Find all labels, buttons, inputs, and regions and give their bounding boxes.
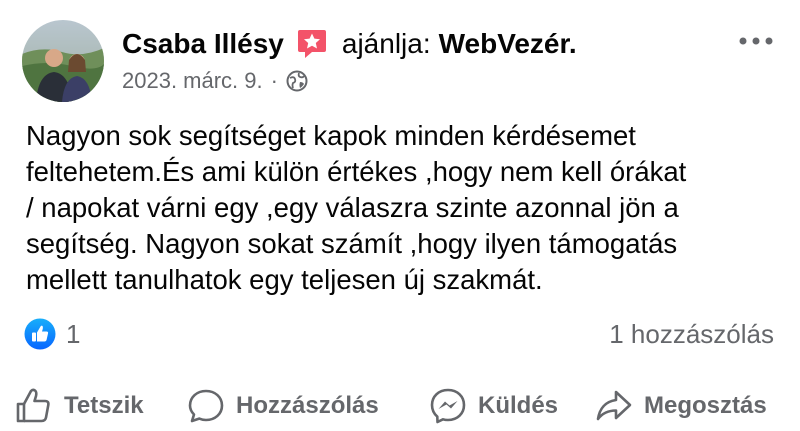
- author-name[interactable]: Csaba Illésy: [122, 28, 284, 60]
- comment-bubble-icon: [186, 386, 226, 426]
- post-text-line: / napokat várni egy ,egy válaszra szinte…: [26, 192, 679, 223]
- send-label: Küldés: [478, 392, 559, 419]
- comment-count[interactable]: 1 hozzászólás: [609, 318, 774, 350]
- post-meta: 2023. márc. 9. ·: [122, 66, 308, 96]
- like-reaction-icon: [24, 318, 56, 350]
- post-text-line: mellett tanulhatok egy teljesen új szakm…: [26, 264, 543, 295]
- messenger-icon: [428, 386, 468, 426]
- share-arrow-icon: [594, 386, 634, 426]
- comment-button[interactable]: Hozzászólás: [186, 384, 379, 428]
- share-button[interactable]: Megosztás: [594, 384, 767, 428]
- avatar[interactable]: [22, 20, 104, 102]
- page-name-link[interactable]: WebVezér.: [439, 28, 577, 60]
- post-text-line: Nagyon sok segítséget kapok minden kérdé…: [26, 120, 636, 151]
- reaction-count: 1: [66, 318, 81, 349]
- comment-label: Hozzászólás: [236, 392, 379, 419]
- post-text: Nagyon sok segítséget kapok minden kérdé…: [26, 118, 786, 298]
- post-text-line: feltehetem.És ami külön értékes ,hogy ne…: [26, 156, 687, 187]
- share-label: Megosztás: [644, 392, 767, 419]
- recommends-label: ajánlja:: [341, 28, 431, 59]
- like-button[interactable]: Tetszik: [14, 384, 144, 428]
- post-text-line: segítség. Nagyon sokat számít ,hogy ilye…: [26, 228, 678, 259]
- globe-icon: [286, 70, 308, 92]
- thumbs-up-icon: [14, 386, 54, 426]
- meta-separator: ·: [270, 68, 278, 93]
- author-line: Csaba Illésy ajánlja: WebVezér.: [122, 22, 577, 66]
- like-label: Tetszik: [64, 392, 144, 419]
- send-button[interactable]: Küldés: [428, 384, 558, 428]
- star-badge-icon: [296, 28, 328, 60]
- more-options-icon[interactable]: [736, 26, 776, 56]
- action-bar: Tetszik Hozzászólás Küldés Megosztás: [0, 384, 800, 428]
- post-date[interactable]: 2023. márc. 9.: [122, 68, 263, 94]
- reaction-summary[interactable]: 1: [24, 318, 80, 350]
- recommendation-post: Csaba Illésy ajánlja: WebVezér. 2023. má…: [0, 0, 800, 431]
